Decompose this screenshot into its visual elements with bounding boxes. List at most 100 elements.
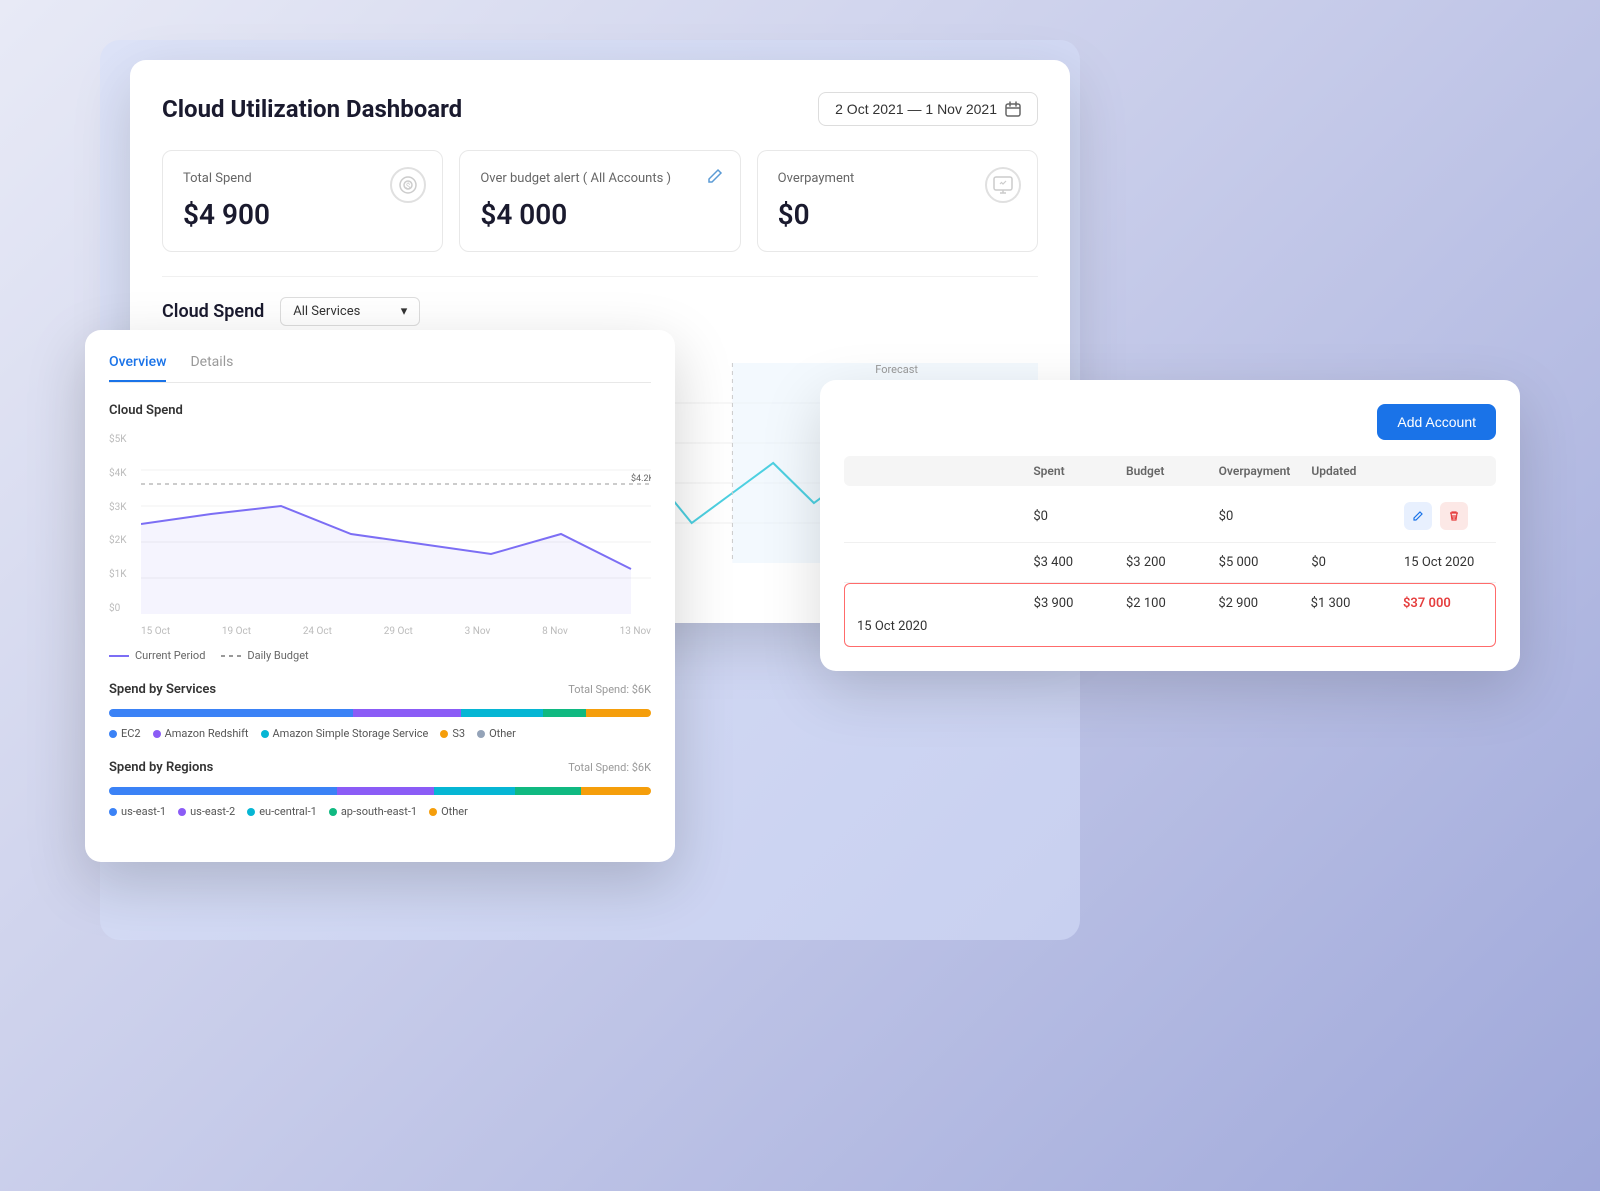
other-services-label: Other [489, 727, 516, 740]
legend-current-label: Current Period [135, 649, 205, 662]
y-label-0: $0 [109, 603, 127, 614]
tab-details[interactable]: Details [190, 354, 233, 382]
date-range-text: 2 Oct 2021 — 1 Nov 2021 [835, 101, 997, 117]
ec2-label: EC2 [121, 727, 141, 740]
accounts-card: Add Account Spent Budget Overpayment Upd… [820, 380, 1520, 671]
y-label-5k: $5K [109, 434, 127, 445]
overview-chart-title: Cloud Spend [109, 403, 651, 418]
x-label-6: 8 Nov [542, 626, 568, 637]
s3-label: S3 [452, 727, 465, 740]
total-spend-label: Total Spend [183, 171, 422, 186]
us-east-2-label: us-east-2 [190, 805, 235, 818]
edit-icon[interactable] [706, 167, 724, 189]
row3-updated: 15 Oct 2020 [857, 619, 1026, 634]
bar-us-east-1 [109, 787, 337, 795]
dot-ec2 [109, 730, 117, 738]
add-account-button[interactable]: Add Account [1377, 404, 1496, 440]
dot-redshift [153, 730, 161, 738]
page-title: Cloud Utilization Dashboard [162, 95, 462, 123]
overview-chart-area: $5K $4K $3K $2K $1K $0 $4.2K [109, 434, 651, 614]
overview-y-axis: $5K $4K $3K $2K $1K $0 [109, 434, 127, 614]
th-updated: Updated [1311, 464, 1396, 478]
legend-us-east-2: us-east-2 [178, 805, 235, 818]
table-row: $0 $0 [844, 490, 1496, 543]
dot-other-regions [429, 808, 437, 816]
regions-legend: us-east-1 us-east-2 eu-central-1 ap-sout… [109, 805, 651, 818]
overpayment-value: $0 [778, 198, 1017, 231]
table-row-highlighted: $3 900 $2 100 $2 900 $1 300 $37 000 15 O… [844, 583, 1496, 647]
row1-overpayment: $0 [1219, 509, 1304, 524]
th-name [856, 464, 1025, 478]
us-east-1-label: us-east-1 [121, 805, 166, 818]
legend-line-dashed [221, 655, 241, 657]
total-spend-value: $4 900 [183, 198, 422, 231]
spend-services-total: Total Spend: $6K [568, 683, 651, 696]
legend-budget-label: Daily Budget [247, 649, 308, 662]
legend-current-period: Current Period [109, 649, 205, 662]
bar-eu-central-1 [434, 787, 515, 795]
overview-legend: Current Period Daily Budget [109, 649, 651, 662]
legend-other-regions: Other [429, 805, 468, 818]
th-budget: Budget [1126, 464, 1211, 478]
over-budget-card: Over budget alert ( All Accounts ) $4 00… [459, 150, 740, 252]
chevron-down-icon: ▾ [401, 304, 408, 319]
spend-services-header: Spend by Services Total Spend: $6K [109, 682, 651, 697]
x-label-4: 29 Oct [384, 626, 413, 637]
redshift-label: Amazon Redshift [165, 727, 249, 740]
total-spend-card: Total Spend $4 900 $ [162, 150, 443, 252]
row3-budget: $2 100 [1126, 596, 1210, 611]
bar-ap-south-east-1 [515, 787, 580, 795]
legend-daily-budget: Daily Budget [221, 649, 308, 662]
services-legend: EC2 Amazon Redshift Amazon Simple Storag… [109, 727, 651, 740]
legend-ec2: EC2 [109, 727, 141, 740]
table-header: Spent Budget Overpayment Updated [844, 456, 1496, 486]
cloud-spend-title: Cloud Spend [162, 301, 264, 322]
spend-regions-header: Spend by Regions Total Spend: $6K [109, 760, 651, 775]
x-label-7: 13 Nov [620, 626, 651, 637]
row2-budget2: $0 [1311, 555, 1396, 570]
spend-services-title: Spend by Services [109, 682, 216, 697]
y-label-2k: $2K [109, 535, 127, 546]
row3-overpayment: $2 900 [1218, 596, 1302, 611]
dot-s3-full [261, 730, 269, 738]
dot-us-east-1 [109, 808, 117, 816]
x-label-3: 24 Oct [303, 626, 332, 637]
row1-edit-button[interactable] [1404, 502, 1432, 530]
dot-us-east-2 [178, 808, 186, 816]
bar-s3 [461, 709, 542, 717]
x-label-2: 19 Oct [222, 626, 251, 637]
row1-actions [1404, 502, 1484, 530]
tab-overview[interactable]: Overview [109, 354, 166, 382]
th-overpayment: Overpayment [1219, 464, 1304, 478]
row1-delete-button[interactable] [1440, 502, 1468, 530]
services-dropdown[interactable]: All Services ▾ [280, 297, 420, 326]
ap-south-east-1-label: ap-south-east-1 [341, 805, 417, 818]
row3-overpayment2: $37 000 [1403, 596, 1483, 611]
y-label-4k: $4K [109, 468, 127, 479]
dot-eu-central-1 [247, 808, 255, 816]
bar-ec2 [109, 709, 353, 717]
row2-updated: 15 Oct 2020 [1404, 555, 1484, 570]
overview-x-axis: 15 Oct 19 Oct 24 Oct 29 Oct 3 Nov 8 Nov … [109, 626, 651, 637]
metrics-row: Total Spend $4 900 $ Over budget alert (… [162, 150, 1038, 252]
y-label-3k: $3K [109, 502, 127, 513]
overview-chart-svg: $4.2K [141, 434, 651, 614]
trash-icon [1448, 510, 1460, 522]
overview-card: Overview Details Cloud Spend $5K $4K $3K… [85, 330, 675, 862]
accounts-header: Add Account [844, 404, 1496, 440]
s3-full-label: Amazon Simple Storage Service [273, 727, 429, 740]
other-regions-label: Other [441, 805, 468, 818]
regions-bar [109, 787, 651, 795]
services-bar [109, 709, 651, 717]
row3-budget2: $1 300 [1311, 596, 1395, 611]
legend-s3: S3 [440, 727, 465, 740]
services-dropdown-label: All Services [293, 304, 360, 319]
dot-other-services [477, 730, 485, 738]
spend-by-services-section: Spend by Services Total Spend: $6K EC2 A… [109, 682, 651, 740]
date-range-button[interactable]: 2 Oct 2021 — 1 Nov 2021 [818, 92, 1038, 126]
th-actions [1404, 464, 1484, 478]
row3-spent: $3 900 [1034, 596, 1118, 611]
row2-overpayment: $5 000 [1219, 555, 1304, 570]
calendar-icon [1005, 101, 1021, 117]
table-row: $3 400 $3 200 $5 000 $0 15 Oct 2020 [844, 543, 1496, 583]
